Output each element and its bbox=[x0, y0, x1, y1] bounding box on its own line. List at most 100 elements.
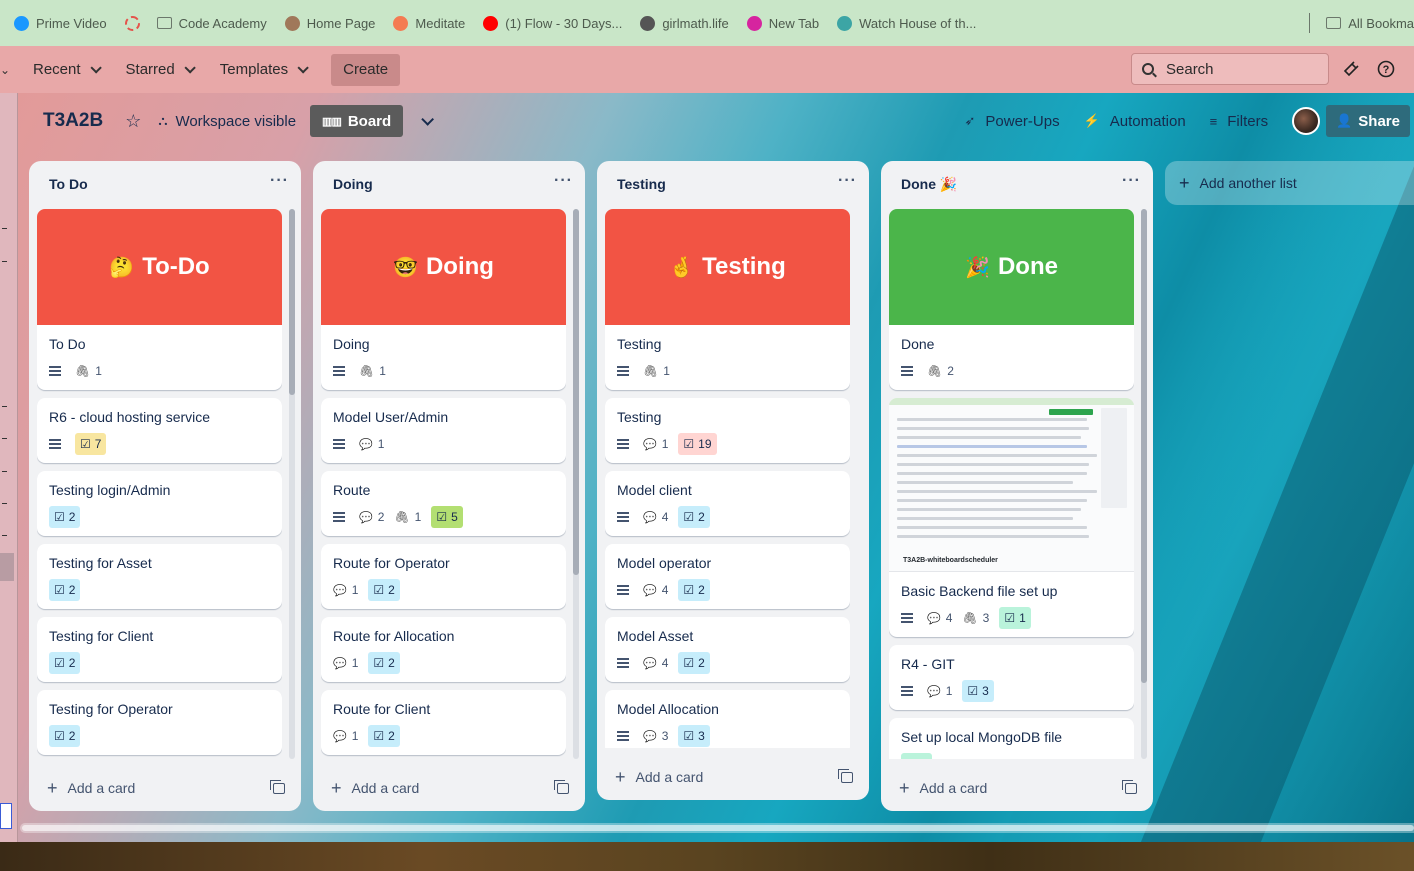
search-input[interactable]: Search bbox=[1131, 53, 1329, 85]
checklist-count: 2 bbox=[68, 510, 76, 524]
card[interactable]: Set up local MongoDB file☑1 bbox=[889, 718, 1134, 759]
list-title[interactable]: Testing bbox=[617, 176, 666, 192]
add-card-button[interactable]: + Add a card bbox=[331, 778, 419, 799]
card-title: Doing bbox=[333, 336, 370, 352]
add-card-button[interactable]: + Add a card bbox=[615, 767, 703, 788]
attachments-count: 2 bbox=[947, 364, 954, 378]
bookmark-label: Meditate bbox=[415, 15, 466, 31]
card[interactable]: Model client 💬 4 ☑ 2 bbox=[605, 471, 850, 536]
card[interactable]: Testing for Operator ☑ 2 bbox=[37, 690, 282, 755]
card[interactable]: Model Asset 💬 4 ☑ 2 bbox=[605, 617, 850, 682]
star-icon[interactable]: ☆ bbox=[125, 111, 141, 132]
card[interactable]: Model Allocation 💬 3 ☑ 3 bbox=[605, 690, 850, 748]
list-scrollbar[interactable] bbox=[573, 209, 579, 759]
more-icon[interactable]: ··· bbox=[270, 172, 289, 190]
add-card-button[interactable]: + Add a card bbox=[47, 778, 135, 799]
megaphone-icon[interactable] bbox=[1342, 60, 1360, 78]
bookmark-item[interactable]: Prime Video bbox=[14, 15, 107, 31]
add-card-button[interactable]: + Add a card bbox=[899, 778, 987, 799]
recent-menu[interactable]: Recent bbox=[23, 54, 108, 86]
sidebar-nav-box[interactable] bbox=[0, 803, 12, 829]
add-list-button[interactable]: + Add another list bbox=[1165, 161, 1414, 205]
chevron-down-icon[interactable] bbox=[421, 112, 435, 126]
help-icon[interactable]: ? bbox=[1377, 60, 1395, 78]
bookmark-item[interactable]: Home Page bbox=[284, 15, 375, 31]
comment-icon: 💬 bbox=[333, 584, 347, 597]
card-body: Set up local MongoDB file☑1 bbox=[889, 718, 1134, 759]
card[interactable]: Testing 💬 1 ☑ 19 bbox=[605, 398, 850, 463]
bookmark-item[interactable]: girlmath.life bbox=[640, 15, 729, 31]
card-screenshot-thumbnail: T3A2B-whiteboardscheduler bbox=[889, 398, 1134, 572]
bookmark-item[interactable]: Meditate bbox=[393, 15, 466, 31]
scrollbar-thumb[interactable] bbox=[289, 209, 295, 395]
bookmark-item[interactable] bbox=[124, 15, 147, 31]
list-header[interactable]: To Do ··· bbox=[29, 161, 301, 207]
list-title[interactable]: Done 🎉 bbox=[901, 176, 957, 193]
card[interactable]: 🎉 Done Done 🖇 2 bbox=[889, 209, 1134, 390]
chevron-down-icon[interactable]: ⌄ bbox=[0, 63, 10, 77]
automation-button[interactable]: ⚡ Automation bbox=[1084, 113, 1186, 130]
scrollbar-thumb[interactable] bbox=[573, 209, 579, 575]
paperclip-icon: 🖇 bbox=[359, 364, 375, 378]
create-button[interactable]: Create bbox=[331, 53, 401, 86]
list-scrollbar[interactable] bbox=[289, 209, 295, 759]
more-icon[interactable]: ··· bbox=[838, 172, 857, 190]
scrollbar-thumb[interactable] bbox=[1141, 209, 1147, 683]
attachments-badge: 🖇 2 bbox=[927, 364, 954, 378]
list-column: Doing ··· 🤓 Doing Doing 🖇 1 Model User/Admin 💬 1 R… bbox=[313, 161, 585, 811]
card[interactable]: R6 - cloud hosting service ☑ 7 bbox=[37, 398, 282, 463]
card[interactable]: Testing login/Admin ☑ 2 bbox=[37, 471, 282, 536]
card[interactable]: Testing for Client ☑ 2 bbox=[37, 617, 282, 682]
card[interactable]: 🤞 Testing Testing 🖇 1 bbox=[605, 209, 850, 390]
card[interactable]: Route for Allocation 💬 1 ☑ 2 bbox=[321, 617, 566, 682]
more-icon[interactable]: ··· bbox=[554, 172, 573, 190]
filters-button[interactable]: ≡ Filters bbox=[1210, 113, 1268, 130]
card[interactable]: 🤓 Doing Doing 🖇 1 bbox=[321, 209, 566, 390]
card[interactable]: Testing for Asset ☑ 2 bbox=[37, 544, 282, 609]
template-icon[interactable] bbox=[270, 779, 285, 794]
template-icon[interactable] bbox=[838, 768, 853, 783]
card[interactable]: R4 - GIT 💬 1 ☑ 3 bbox=[889, 645, 1134, 710]
power-ups-button[interactable]: ➶ Power-Ups bbox=[965, 113, 1060, 130]
card[interactable]: Route for Operator 💬 1 ☑ 2 bbox=[321, 544, 566, 609]
spinner-icon bbox=[124, 15, 140, 31]
starred-label: Starred bbox=[125, 61, 175, 78]
card-title: Testing bbox=[617, 336, 662, 352]
sidebar-marker bbox=[2, 535, 7, 536]
share-button[interactable]: 👤 Share bbox=[1326, 105, 1410, 137]
board-view-button[interactable]: ▥▥ Board bbox=[310, 105, 404, 137]
list-title[interactable]: To Do bbox=[49, 176, 88, 192]
list-header[interactable]: Testing ··· bbox=[597, 161, 869, 207]
bookmark-item[interactable]: New Tab bbox=[746, 15, 819, 31]
plus-icon: + bbox=[331, 777, 342, 798]
card[interactable]: 🤔 To-Do To Do 🖇 1 bbox=[37, 209, 282, 390]
card[interactable]: Model User/Admin 💬 1 bbox=[321, 398, 566, 463]
card[interactable]: Route 💬 2 🖇 1 ☑ 5 bbox=[321, 471, 566, 536]
bookmark-item[interactable]: Watch House of th... bbox=[837, 15, 976, 31]
list-scrollbar[interactable] bbox=[1141, 209, 1147, 759]
card[interactable]: T3A2B-whiteboardscheduler Basic Backend f… bbox=[889, 398, 1134, 637]
template-icon[interactable] bbox=[554, 779, 569, 794]
sidebar-active-item[interactable] bbox=[0, 553, 14, 581]
horizontal-scrollbar[interactable] bbox=[20, 823, 1414, 833]
bookmark-item[interactable]: (1) Flow - 30 Days... bbox=[483, 15, 622, 31]
comments-count: 4 bbox=[661, 583, 669, 597]
all-bookmarks-button[interactable]: All Bookma bbox=[1326, 16, 1414, 31]
list-footer: + Add a card bbox=[881, 765, 1153, 811]
card[interactable]: Route for Client 💬 1 ☑ 2 bbox=[321, 690, 566, 755]
card[interactable]: Model operator 💬 4 ☑ 2 bbox=[605, 544, 850, 609]
template-icon[interactable] bbox=[1122, 779, 1137, 794]
starred-menu[interactable]: Starred bbox=[116, 54, 202, 86]
bookmark-item[interactable]: Code Academy bbox=[156, 16, 267, 31]
board-title[interactable]: T3A2B bbox=[43, 110, 103, 132]
list-header[interactable]: Done 🎉 ··· bbox=[881, 161, 1153, 207]
list-header[interactable]: Doing ··· bbox=[313, 161, 585, 207]
templates-menu[interactable]: Templates bbox=[210, 54, 315, 86]
workspace-visibility-button[interactable]: ⛬ Workspace visible bbox=[158, 113, 296, 130]
list-title[interactable]: Doing bbox=[333, 176, 373, 192]
card-title: R4 - GIT bbox=[901, 656, 955, 672]
avatar[interactable] bbox=[1292, 107, 1321, 135]
card-title: Route for Allocation bbox=[333, 628, 455, 644]
more-icon[interactable]: ··· bbox=[1122, 172, 1141, 190]
scrollbar-thumb[interactable] bbox=[22, 825, 1414, 831]
